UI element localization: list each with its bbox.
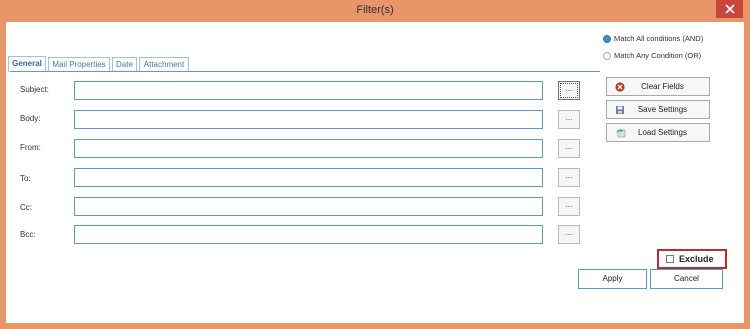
body-browse-button[interactable]: ...: [558, 110, 580, 129]
subject-browse-button[interactable]: ...: [558, 81, 580, 100]
clear-fields-button[interactable]: Clear Fields: [606, 77, 710, 96]
exclude-label: Exclude: [679, 254, 714, 264]
match-all-radio[interactable]: [603, 34, 611, 43]
tab-mail-properties[interactable]: Mail Properties: [48, 57, 110, 72]
to-input[interactable]: [74, 168, 543, 187]
bcc-label: Bcc:: [20, 230, 36, 239]
title-bar[interactable]: Filter(s): [0, 0, 750, 22]
apply-button[interactable]: Apply: [578, 269, 647, 289]
tab-attachment[interactable]: Attachment: [139, 57, 189, 72]
bcc-input[interactable]: [74, 225, 543, 244]
match-any-option[interactable]: Match Any Condition (OR): [603, 51, 701, 60]
clear-fields-label: Clear Fields: [641, 82, 684, 91]
close-icon: [724, 4, 735, 14]
tab-divider: [10, 71, 600, 72]
cancel-button[interactable]: Cancel: [650, 269, 723, 289]
exclude-checkbox[interactable]: Exclude: [657, 249, 727, 269]
to-browse-button[interactable]: ...: [558, 168, 580, 187]
to-label: To:: [20, 174, 31, 183]
save-icon: [612, 105, 628, 115]
cc-input[interactable]: [74, 197, 543, 216]
save-settings-button[interactable]: Save Settings: [606, 100, 710, 119]
subject-label: Subject:: [20, 85, 49, 94]
bcc-browse-button[interactable]: ...: [558, 225, 580, 244]
match-any-label: Match Any Condition (OR): [614, 51, 702, 60]
from-input[interactable]: [74, 139, 543, 158]
subject-input[interactable]: [74, 81, 543, 100]
tab-date[interactable]: Date: [112, 57, 137, 72]
cc-label: Cc:: [20, 203, 32, 212]
tab-general[interactable]: General: [8, 56, 46, 72]
from-browse-button[interactable]: ...: [558, 139, 580, 158]
close-button[interactable]: [716, 0, 743, 18]
cc-browse-button[interactable]: ...: [558, 197, 580, 216]
body-label: Body:: [20, 114, 41, 123]
save-settings-label: Save Settings: [637, 105, 688, 114]
match-all-label: Match All conditions (AND): [614, 34, 704, 43]
body-input[interactable]: [74, 110, 543, 129]
from-label: From:: [20, 143, 41, 152]
dialog-body: General Mail Properties Date Attachment …: [6, 22, 744, 323]
load-settings-button[interactable]: Load Settings: [606, 123, 710, 142]
clear-icon: [612, 81, 628, 92]
load-icon: [612, 128, 628, 138]
load-settings-label: Load Settings: [638, 128, 687, 137]
dialog-title: Filter(s): [356, 4, 394, 16]
match-all-option[interactable]: Match All conditions (AND): [603, 34, 703, 43]
match-any-radio[interactable]: [603, 51, 611, 60]
filter-dialog: Filter(s) General Mail Properties Date A…: [0, 0, 750, 329]
exclude-checkbox-box[interactable]: [666, 255, 674, 263]
